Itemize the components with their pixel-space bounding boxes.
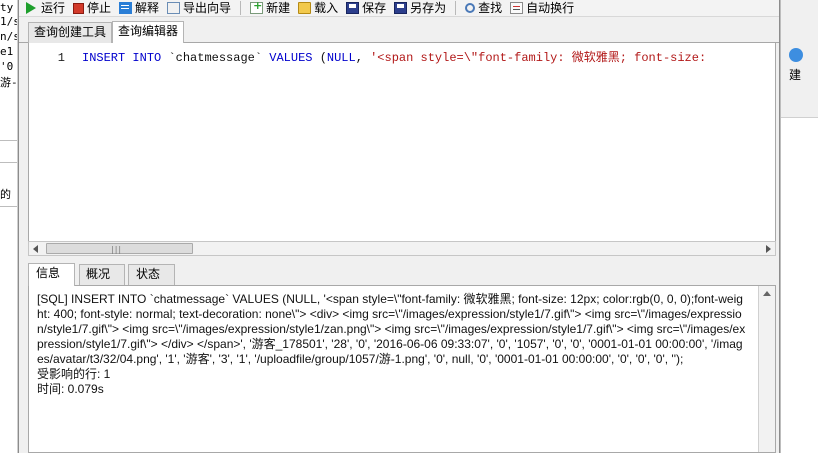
sql-log-line: [SQL] INSERT INTO `chatmessage` VALUES (… — [37, 292, 746, 366]
sql-comma: , — [355, 51, 363, 65]
scroll-up-icon[interactable] — [763, 291, 771, 296]
background-text-fragment: 的 — [0, 188, 11, 201]
line-number-gutter: 1 — [29, 43, 78, 241]
elapsed-time-line: 时间: 0.079s — [37, 382, 104, 396]
new-button-label: 新建 — [266, 1, 291, 15]
stop-button-label: 停止 — [87, 1, 112, 15]
export-icon — [167, 2, 181, 14]
tab-info[interactable]: 信息 — [28, 263, 76, 286]
toolbar: 运行 停止 解释 导出向导 新建 载入 保存 另存为 — [19, 0, 779, 17]
background-text-fragment: e1 — [0, 45, 14, 58]
affected-rows-line: 受影响的行: 1 — [37, 367, 111, 381]
new-icon — [250, 0, 264, 14]
background-divider — [0, 206, 17, 207]
sql-keyword: INTO — [132, 51, 162, 65]
result-tabs: 信息 概况 状态 — [28, 262, 776, 286]
save-icon — [346, 2, 360, 14]
background-text-fragment: 游- — [0, 76, 18, 89]
load-button-label: 载入 — [314, 1, 339, 15]
background-text-fragment: 1/s — [0, 15, 18, 28]
background-text-fragment: '0 — [0, 60, 14, 73]
scroll-right-icon[interactable] — [766, 245, 771, 253]
sql-keyword: NULL — [326, 51, 356, 65]
background-text-fragment: 建 — [789, 68, 802, 82]
sql-keyword: INSERT — [82, 51, 126, 65]
find-icon — [465, 3, 476, 13]
message-panel[interactable]: [SQL] INSERT INTO `chatmessage` VALUES (… — [28, 286, 776, 453]
save-as-button-label: 另存为 — [410, 1, 447, 15]
sql-editor[interactable]: 1 INSERT INTO `chatmessage` VALUES (NULL… — [28, 43, 776, 242]
word-wrap-button[interactable]: 自动换行 — [506, 0, 578, 17]
run-icon — [26, 2, 36, 14]
word-wrap-button-label: 自动换行 — [526, 1, 575, 15]
background-divider — [0, 140, 17, 141]
new-button[interactable]: 新建 — [246, 0, 294, 17]
message-text: [SQL] INSERT INTO `chatmessage` VALUES (… — [37, 292, 749, 397]
background-window-left: ty 1/s n/s e1 '0 游- 的 — [0, 0, 18, 453]
scroll-left-icon[interactable] — [33, 245, 38, 253]
find-button-label: 查找 — [478, 1, 503, 15]
tab-query-builder[interactable]: 查询创建工具 — [28, 22, 113, 43]
background-window-right: 建 — [780, 0, 818, 453]
stop-button[interactable]: 停止 — [69, 0, 115, 17]
tab-overview[interactable]: 概况 — [79, 264, 126, 285]
editor-horizontal-scrollbar[interactable]: ||| — [28, 241, 776, 256]
explain-button[interactable]: 解释 — [115, 0, 163, 17]
word-wrap-icon — [510, 2, 524, 14]
tab-query-editor[interactable]: 查询编辑器 — [112, 21, 185, 43]
scrollbar-thumb[interactable]: ||| — [46, 243, 193, 254]
toolbar-separator — [455, 1, 457, 15]
background-divider — [0, 162, 17, 163]
stop-icon — [73, 2, 85, 14]
sql-paren: ( — [319, 51, 327, 65]
background-text-fragment: ty — [0, 1, 14, 14]
sql-code-line[interactable]: INSERT INTO `chatmessage` VALUES (NULL, … — [82, 51, 706, 65]
export-wizard-button[interactable]: 导出向导 — [163, 0, 235, 17]
save-as-button[interactable]: 另存为 — [390, 0, 450, 17]
explain-button-label: 解释 — [135, 1, 160, 15]
run-button-label: 运行 — [41, 1, 66, 15]
find-button[interactable]: 查找 — [461, 0, 506, 17]
export-wizard-button-label: 导出向导 — [183, 1, 232, 15]
save-as-icon — [394, 2, 408, 14]
save-button[interactable]: 保存 — [342, 0, 390, 17]
background-text-fragment: n/s — [0, 30, 18, 43]
sql-string-literal: '<span style=\"font-family: 微软雅黑; font-s… — [370, 51, 707, 65]
tab-status[interactable]: 状态 — [128, 264, 176, 285]
sql-table-name: `chatmessage` — [168, 51, 263, 65]
save-button-label: 保存 — [362, 1, 387, 15]
query-window: 运行 停止 解释 导出向导 新建 载入 保存 另存为 — [18, 0, 780, 453]
grip-icon: ||| — [111, 245, 123, 254]
line-number: 1 — [57, 51, 65, 65]
message-vertical-scrollbar[interactable] — [758, 286, 775, 452]
query-tabs: 查询创建工具 查询编辑器 — [19, 18, 779, 43]
load-button[interactable]: 载入 — [294, 0, 342, 17]
load-icon — [298, 2, 312, 14]
background-app-icon — [789, 48, 803, 62]
run-button[interactable]: 运行 — [22, 0, 69, 17]
sql-keyword: VALUES — [269, 51, 313, 65]
toolbar-separator — [240, 1, 242, 15]
explain-icon — [119, 2, 133, 14]
